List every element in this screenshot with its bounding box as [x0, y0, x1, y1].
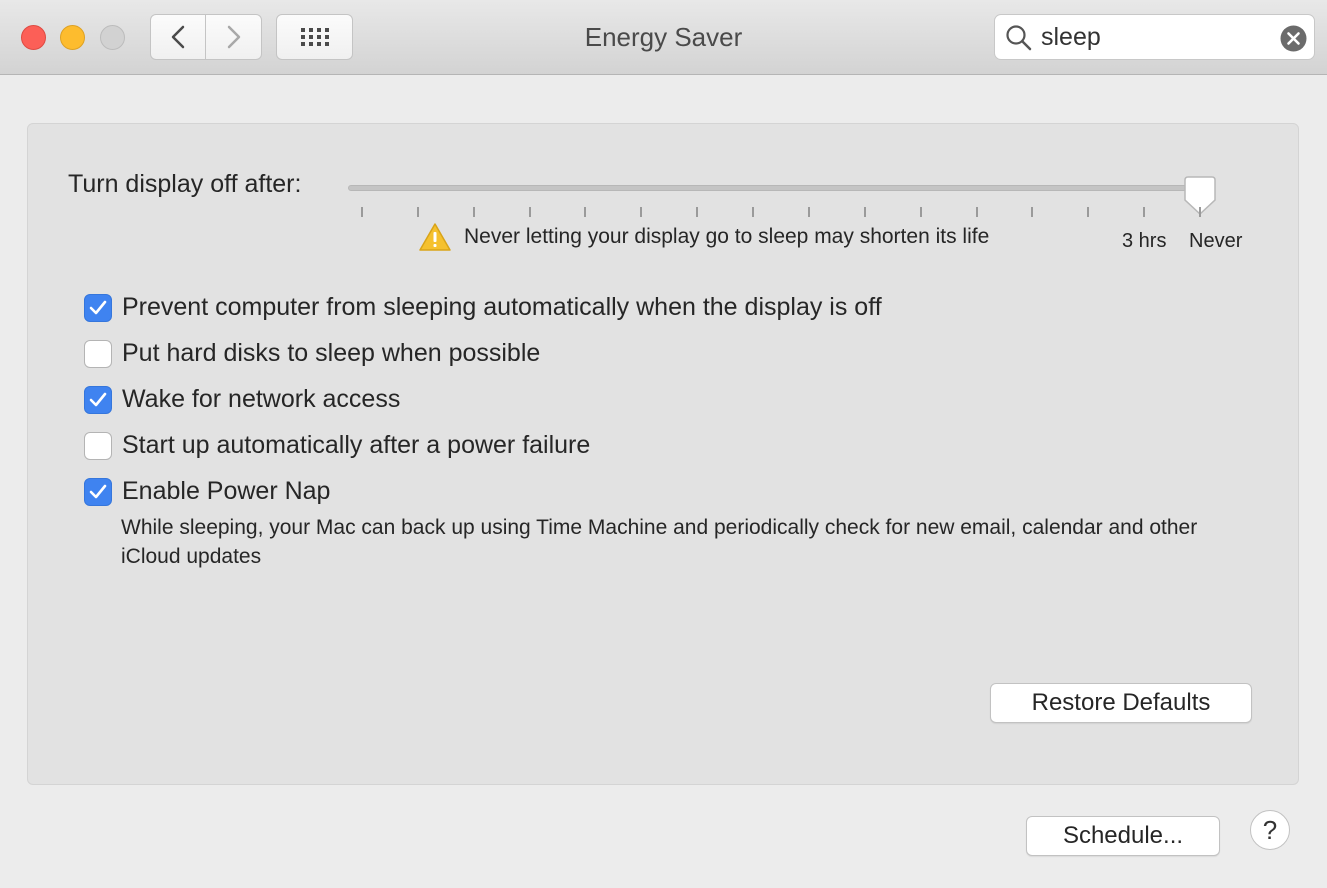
- tick-label-never: Never: [1189, 230, 1243, 252]
- help-button[interactable]: ?: [1250, 810, 1290, 850]
- display-sleep-slider-track[interactable]: [348, 185, 1213, 191]
- display-sleep-warning: Never letting your display go to sleep m…: [418, 222, 989, 252]
- checkbox-checked[interactable]: [84, 477, 112, 506]
- checkmark-icon: [89, 392, 107, 406]
- power-nap-description: While sleeping, your Mac can back up usi…: [121, 516, 1198, 568]
- display-sleep-label: Turn display off after:: [68, 170, 302, 198]
- schedule-button[interactable]: Schedule...: [1026, 816, 1220, 856]
- energy-saver-window: Energy Saver Turn display off after:: [0, 0, 1327, 888]
- title-bar: Energy Saver: [0, 0, 1327, 75]
- checkbox-unchecked[interactable]: [84, 339, 112, 368]
- option-label: Enable Power Nap: [122, 477, 331, 505]
- option-hard-disks-sleep[interactable]: Put hard disks to sleep when possible: [84, 339, 540, 368]
- checkmark-icon: [89, 300, 107, 314]
- tick-label-3-hrs: 3 hrs: [1122, 230, 1167, 252]
- option-startup-after-power-failure[interactable]: Start up automatically after a power fai…: [84, 431, 590, 460]
- option-prevent-sleep[interactable]: Prevent computer from sleeping automatic…: [84, 293, 882, 322]
- option-label: Prevent computer from sleeping automatic…: [122, 293, 882, 321]
- search-icon: [1006, 25, 1032, 51]
- option-label: Wake for network access: [122, 385, 401, 413]
- clear-search-icon[interactable]: [1280, 25, 1307, 52]
- checkbox-unchecked[interactable]: [84, 431, 112, 460]
- restore-defaults-button[interactable]: Restore Defaults: [990, 683, 1252, 723]
- warning-text: Never letting your display go to sleep m…: [464, 225, 990, 248]
- option-power-nap[interactable]: Enable Power Nap: [84, 477, 330, 506]
- search-input[interactable]: [1041, 22, 1271, 52]
- checkbox-checked[interactable]: [84, 385, 112, 414]
- search-field[interactable]: [994, 14, 1315, 60]
- checkbox-checked[interactable]: [84, 293, 112, 322]
- option-wake-network[interactable]: Wake for network access: [84, 385, 400, 414]
- checkmark-icon: [89, 484, 107, 498]
- option-label: Start up automatically after a power fai…: [122, 431, 591, 459]
- option-label: Put hard disks to sleep when possible: [122, 339, 541, 367]
- warning-icon: [419, 223, 451, 251]
